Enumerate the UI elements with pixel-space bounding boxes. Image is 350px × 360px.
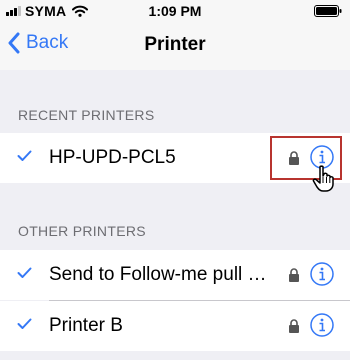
info-icon[interactable] (310, 262, 334, 286)
checkmark-icon (17, 150, 32, 161)
status-time: 1:09 PM (148, 3, 202, 19)
lock-icon (289, 319, 299, 333)
section-header-recent: RECENT PRINTERS (18, 107, 155, 123)
printer-row-other-2[interactable]: Printer B (0, 301, 350, 351)
info-icon[interactable] (310, 313, 334, 337)
navigation-bar: Back Printer (0, 22, 350, 70)
status-bar: SYMA 1:09 PM (0, 0, 350, 22)
battery-icon (314, 5, 342, 17)
section-header-other: OTHER PRINTERS (18, 223, 146, 239)
printer-name: HP-UPD-PCL5 (49, 147, 176, 168)
printer-row-other-1[interactable]: Send to Follow-me pull queue (0, 250, 350, 300)
printer-name: Printer B (49, 315, 123, 336)
hand-pointer-cursor (312, 165, 334, 192)
checkmark-icon (17, 267, 32, 278)
lock-icon (289, 268, 299, 282)
checkmark-icon (17, 318, 32, 329)
page-title: Printer (144, 34, 206, 55)
printer-name: Send to Follow-me pull queue (49, 264, 271, 285)
